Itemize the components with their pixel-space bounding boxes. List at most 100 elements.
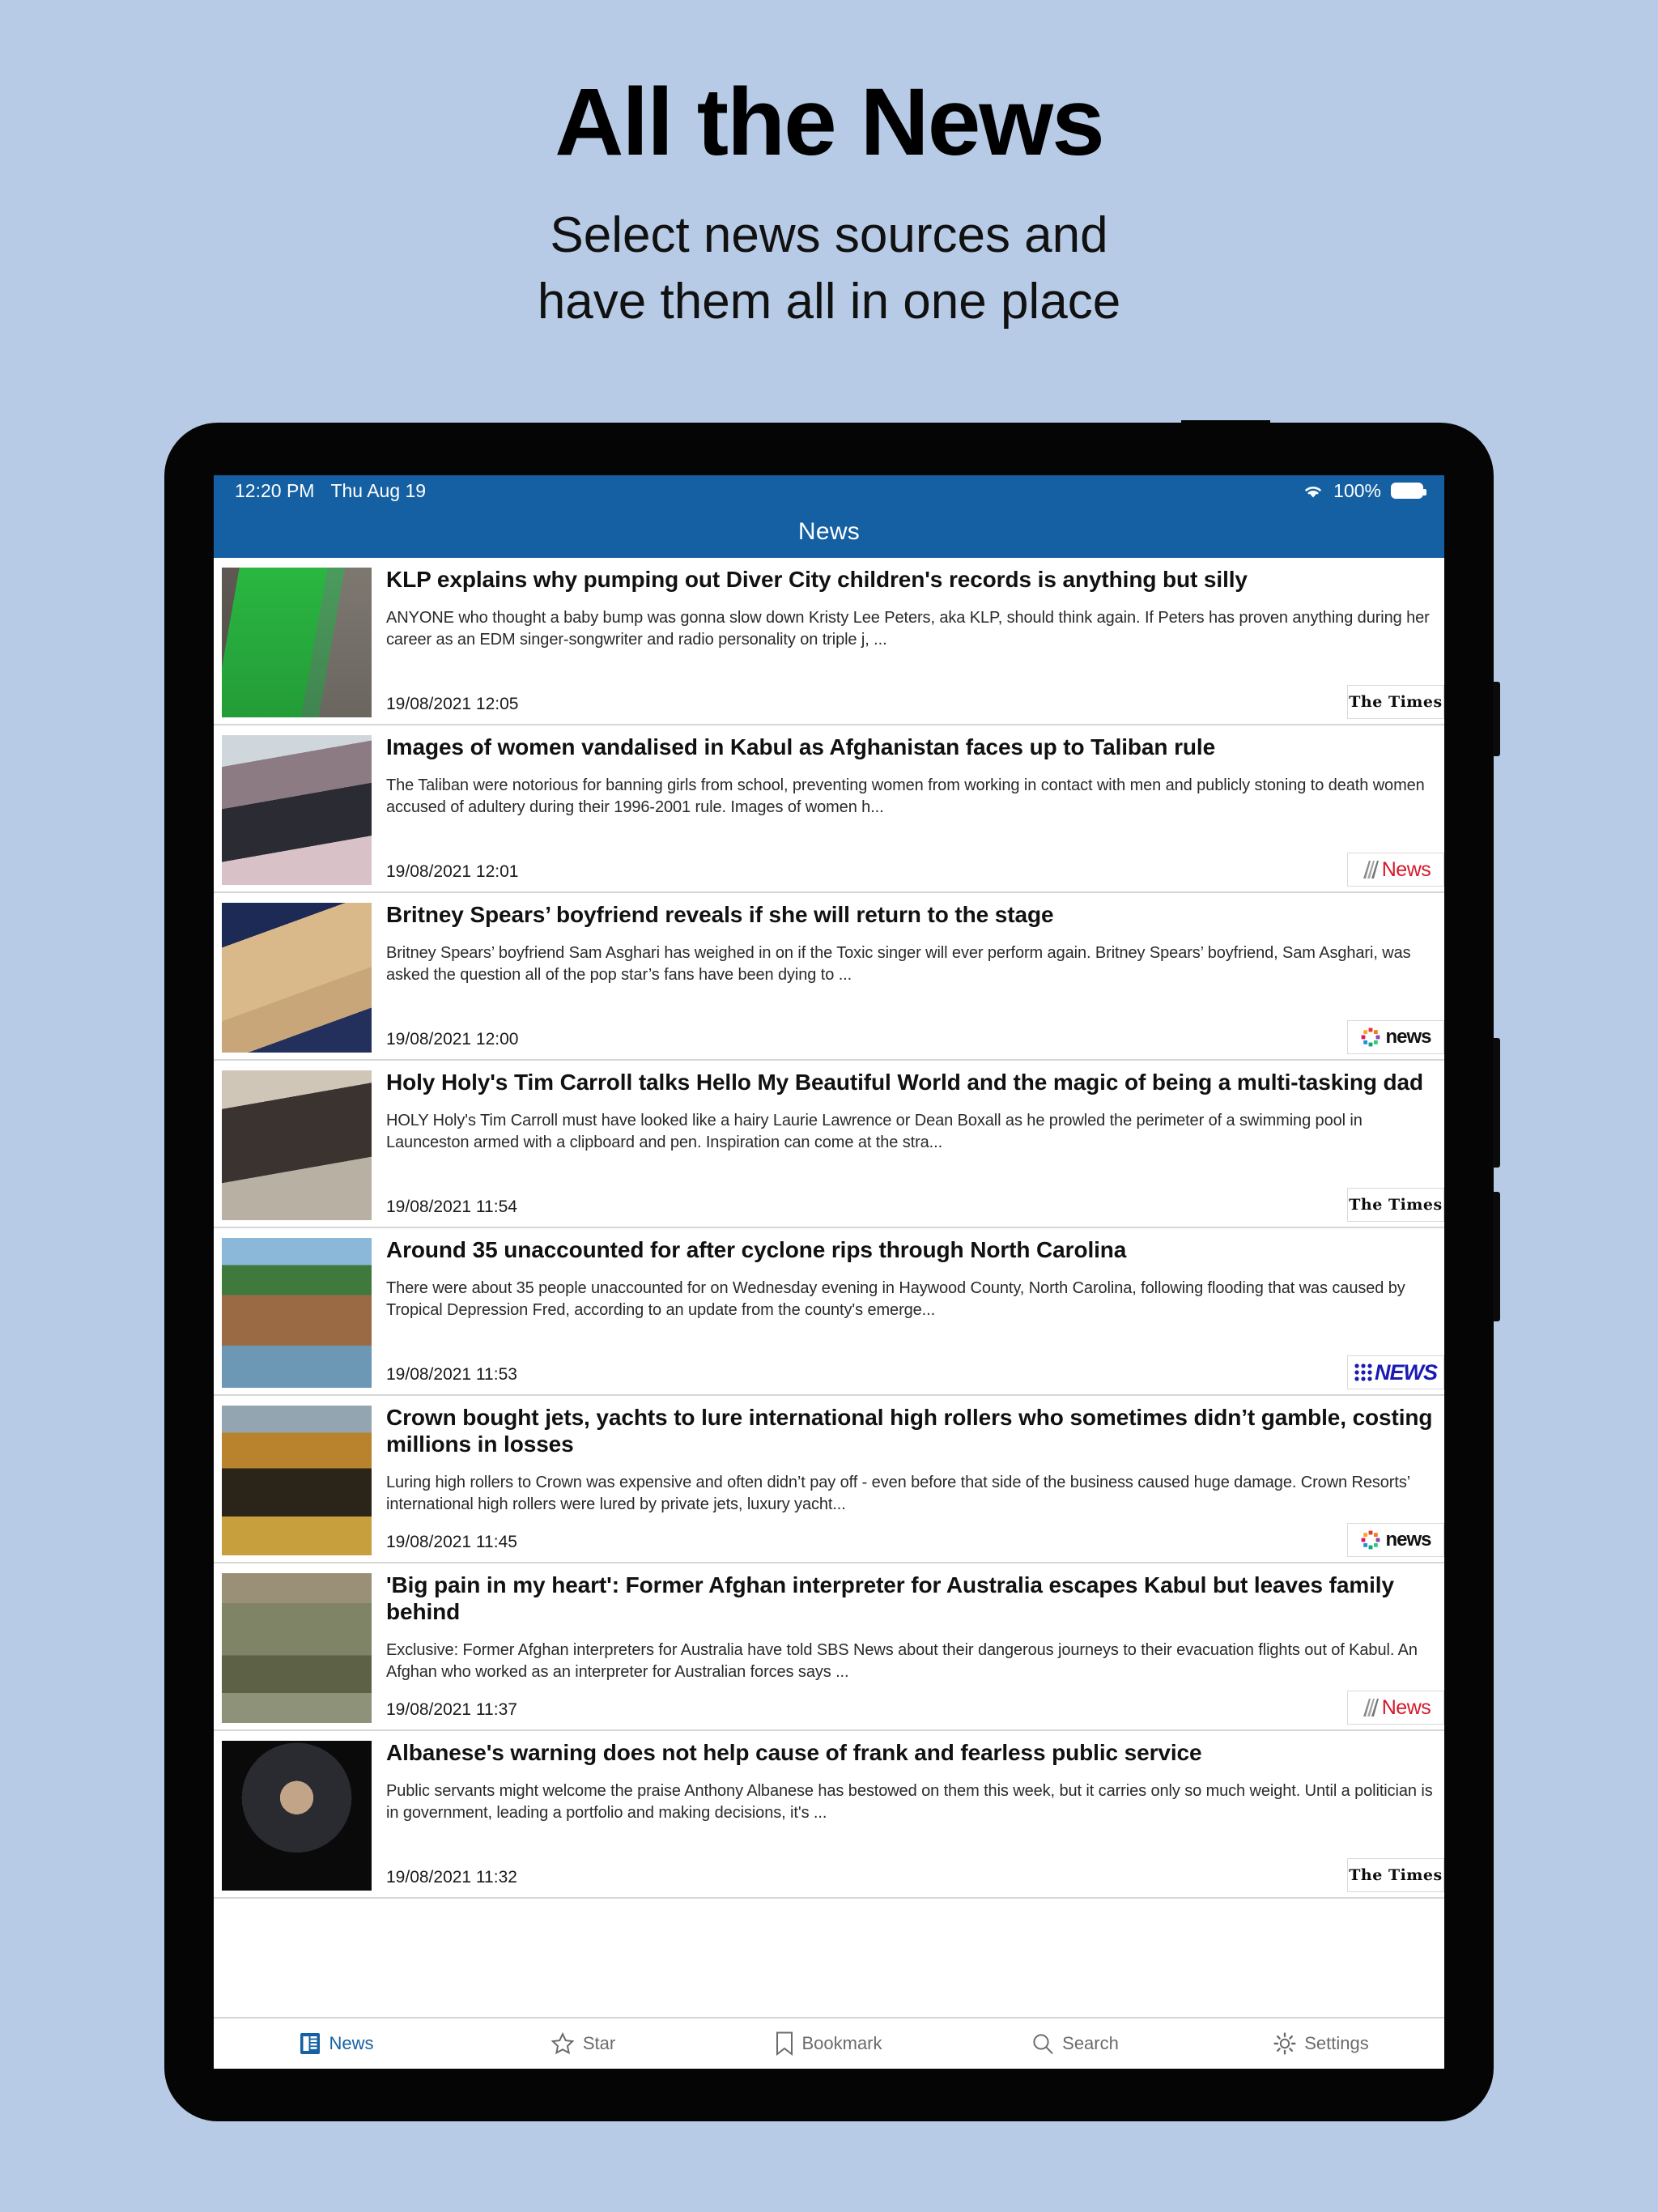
news-article-row[interactable]: Crown bought jets, yachts to lure intern… [214,1396,1444,1563]
tab-label: News [329,2033,374,2053]
news-icon [300,2032,321,2055]
article-thumbnail [222,1406,372,1555]
article-source-badge: news [1347,1523,1444,1557]
status-bar: 12:20 PM Thu Aug 19 100% [214,475,1444,506]
article-headline: 'Big pain in my heart': Former Afghan in… [386,1572,1394,1625]
wifi-icon [1303,483,1324,499]
article-timestamp: 19/08/2021 11:53 [386,1365,517,1384]
article-headline: Around 35 unaccounted for after cyclone … [386,1237,1127,1262]
the-times-logo: The Times [1349,1866,1443,1884]
promo-subtitle-line2: have them all in one place [537,274,1121,330]
sbs-news-logo: News [1361,1696,1431,1720]
promo-subtitle: Select news sources and have them all in… [0,202,1658,336]
article-summary: Britney Spears’ boyfriend Sam Asghari ha… [386,944,1411,985]
article-source-badge: News [1347,853,1444,887]
app-navbar: News [214,506,1444,558]
article-body: Albanese's warning does not help cause o… [372,1736,1444,1897]
status-bar-right: 100% [1303,479,1426,502]
article-body: KLP explains why pumping out Diver City … [372,563,1444,724]
article-thumbnail [222,1070,372,1220]
article-timestamp: 19/08/2021 11:54 [386,1197,517,1216]
article-thumbnail [222,1573,372,1723]
article-body: Around 35 unaccounted for after cyclone … [372,1233,1444,1394]
article-summary: HOLY Holy's Tim Carroll must have looked… [386,1112,1363,1152]
status-bar-left: 12:20 PM Thu Aug 19 [235,480,426,502]
article-thumbnail [222,1741,372,1891]
tab-star[interactable]: Star [460,2032,706,2055]
tab-news[interactable]: News [214,2032,460,2055]
article-headline: KLP explains why pumping out Diver City … [386,567,1248,592]
the-times-logo: The Times [1349,693,1443,711]
article-summary: Exclusive: Former Afghan interpreters fo… [386,1641,1418,1682]
battery-percent: 100% [1333,479,1381,501]
article-thumbnail [222,903,372,1053]
bottom-tab-bar[interactable]: News Star Bookmark Search Settings [214,2017,1444,2069]
promo-header: All the News Select news sources and hav… [0,0,1658,336]
article-source-badge: NEWS [1347,1355,1444,1389]
news-article-row[interactable]: KLP explains why pumping out Diver City … [214,558,1444,725]
article-body: Images of women vandalised in Kabul as A… [372,730,1444,891]
navbar-title: News [797,518,861,545]
news-com-au-logo: news [1360,1026,1432,1049]
article-thumbnail [222,1238,372,1388]
tab-label: Bookmark [801,2033,882,2053]
tab-settings[interactable]: Settings [1198,2032,1444,2055]
status-time: 12:20 PM [235,479,315,501]
news-list[interactable]: KLP explains why pumping out Diver City … [214,558,1444,1899]
article-summary: ANYONE who thought a baby bump was gonna… [386,609,1430,649]
article-summary: There were about 35 people unaccounted f… [386,1279,1405,1320]
article-source-badge: The Times [1347,1858,1444,1892]
article-summary: The Taliban were notorious for banning g… [386,776,1425,817]
article-thumbnail [222,568,372,717]
article-source-badge: news [1347,1020,1444,1054]
article-timestamp: 19/08/2021 11:32 [386,1868,517,1887]
gear-icon [1273,2032,1296,2055]
article-headline: Britney Spears’ boyfriend reveals if she… [386,902,1054,927]
the-times-logo: The Times [1349,1196,1443,1214]
news-article-row[interactable]: Britney Spears’ boyfriend reveals if she… [214,893,1444,1061]
nine-news-logo: NEWS [1354,1360,1438,1385]
promo-subtitle-line1: Select news sources and [550,207,1108,263]
power-button[interactable] [1493,682,1500,756]
article-timestamp: 19/08/2021 11:37 [386,1700,517,1719]
article-timestamp: 19/08/2021 12:05 [386,695,519,713]
sbs-news-logo: News [1361,858,1431,882]
article-thumbnail [222,735,372,885]
news-article-row[interactable]: Around 35 unaccounted for after cyclone … [214,1228,1444,1396]
article-timestamp: 19/08/2021 11:45 [386,1533,517,1551]
news-article-row[interactable]: 'Big pain in my heart': Former Afghan in… [214,1563,1444,1731]
article-body: Crown bought jets, yachts to lure intern… [372,1401,1444,1562]
page-title: All the News [555,69,1105,176]
article-body: 'Big pain in my heart': Former Afghan in… [372,1568,1444,1729]
article-headline: Holy Holy's Tim Carroll talks Hello My B… [386,1070,1424,1095]
volume-up-button[interactable] [1493,1038,1500,1168]
tab-label: Star [582,2033,616,2053]
screenshot-root: All the News Select news sources and hav… [0,0,1658,2212]
search-icon [1031,2032,1054,2055]
article-headline: Albanese's warning does not help cause o… [386,1740,1202,1765]
tab-label: Search [1062,2033,1119,2053]
tab-bookmark[interactable]: Bookmark [706,2031,952,2056]
camera-notch [1181,420,1270,433]
news-article-row[interactable]: Images of women vandalised in Kabul as A… [214,725,1444,893]
tab-search[interactable]: Search [952,2032,1198,2055]
article-body: Britney Spears’ boyfriend reveals if she… [372,898,1444,1059]
news-com-au-logo: news [1360,1529,1432,1551]
article-summary: Public servants might welcome the praise… [386,1782,1433,1823]
article-body: Holy Holy's Tim Carroll talks Hello My B… [372,1066,1444,1227]
article-timestamp: 19/08/2021 12:00 [386,1030,519,1049]
article-summary: Luring high rollers to Crown was expensi… [386,1474,1410,1514]
article-source-badge: News [1347,1691,1444,1725]
article-headline: Images of women vandalised in Kabul as A… [386,734,1216,759]
device-screen: 12:20 PM Thu Aug 19 100% News KLP explai… [214,475,1444,2069]
article-timestamp: 19/08/2021 12:01 [386,862,519,881]
bookmark-icon [776,2031,793,2056]
battery-full-icon [1391,483,1426,499]
article-source-badge: The Times [1347,685,1444,719]
volume-down-button[interactable] [1493,1192,1500,1321]
news-article-row[interactable]: Holy Holy's Tim Carroll talks Hello My B… [214,1061,1444,1228]
tablet-device-frame: 12:20 PM Thu Aug 19 100% News KLP explai… [164,420,1500,2121]
status-date: Thu Aug 19 [330,479,427,501]
news-article-row[interactable]: Albanese's warning does not help cause o… [214,1731,1444,1899]
article-source-badge: The Times [1347,1188,1444,1222]
